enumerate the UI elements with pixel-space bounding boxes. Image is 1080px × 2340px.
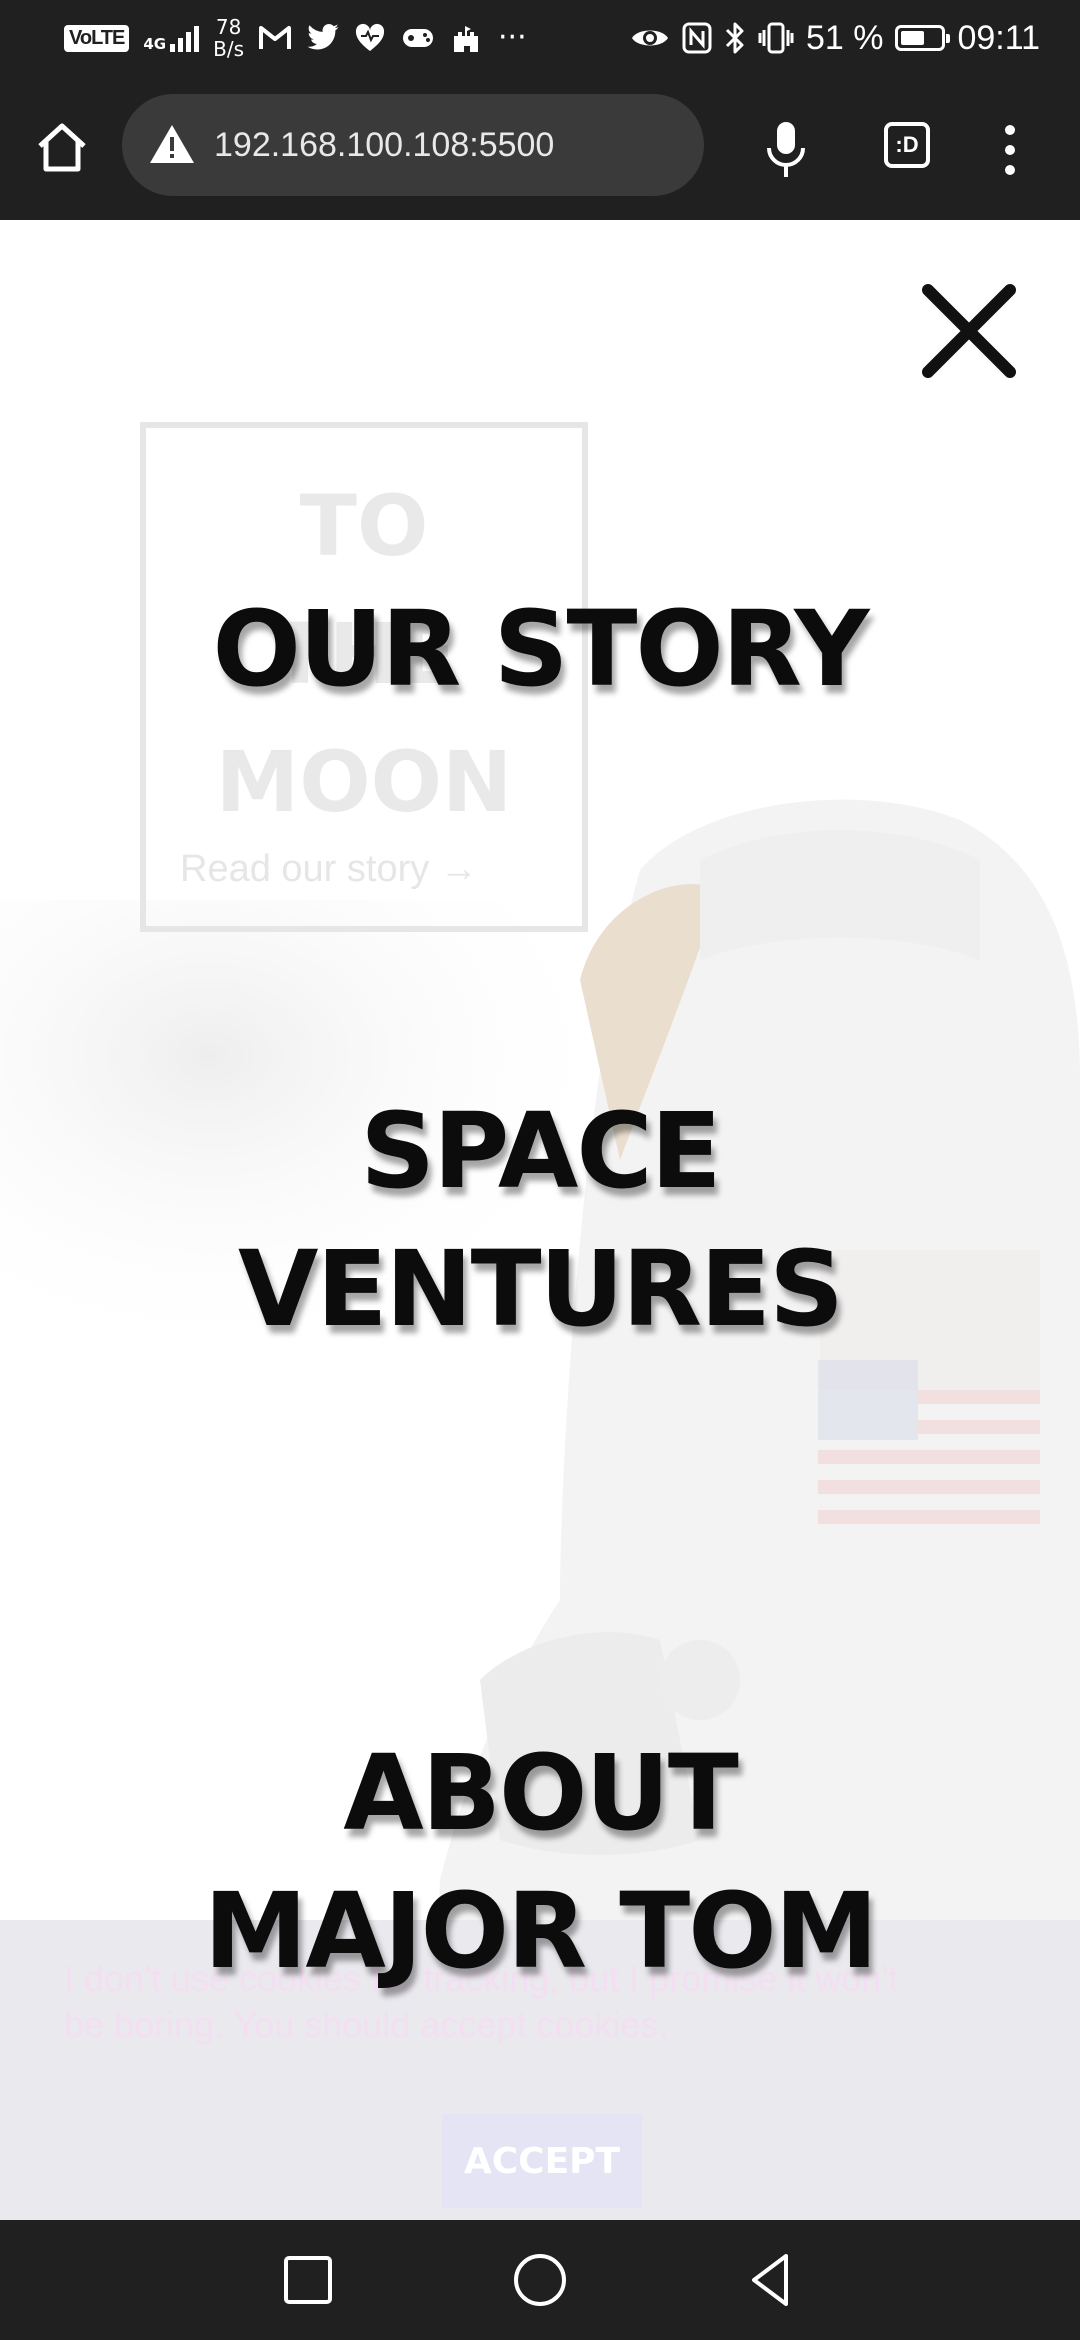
back-icon[interactable] [740,2248,804,2312]
system-navigation-bar [0,2220,1080,2340]
phone-screen: VoLTE 4G 78 B/s ··· 51 % 09:11 192.168.1… [0,0,1080,2340]
menu-item-space-ventures[interactable]: SPACE VENTURES [0,1082,1080,1358]
more-notifications-icon: ··· [498,20,527,55]
status-right: 51 % 09:11 [630,10,1040,66]
eye-icon [631,30,668,46]
menu-item-about-major-tom[interactable]: ABOUT MAJOR TOM [0,1724,1080,2000]
speed-value: 78 [215,15,242,39]
menu-item-our-story[interactable]: OUR STORY [0,580,1080,718]
vibrate-icon [758,22,794,54]
web-page: TO THE MOON Read our story → I don't use… [0,220,1080,2220]
home-icon[interactable] [30,116,94,180]
network-speed: 78 B/s [213,16,244,60]
bluetooth-icon [725,22,744,54]
clock: 09:11 [957,18,1040,57]
speed-unit: B/s [213,37,245,61]
gmail-icon [259,26,292,49]
game-icon [403,29,434,47]
nfc-icon [682,22,712,54]
menu-icon[interactable] [996,120,1024,180]
mic-icon[interactable] [760,120,812,180]
close-icon[interactable] [918,280,1020,382]
nav-menu-overlay: OUR STORY SPACE VENTURES ABOUT MAJOR TOM [0,220,1080,2220]
volte-badge: VoLTE [64,24,130,52]
battery-icon [895,25,951,51]
signal-indicator: 4G [143,24,200,53]
home-circle-icon[interactable] [508,2248,572,2312]
browser-toolbar: 192.168.100.108:5500 :D [0,76,1080,220]
battery-percent: 51 % [805,18,884,57]
castle-icon [454,26,479,52]
health-icon [355,23,385,51]
status-left: VoLTE 4G 78 B/s ··· [64,10,527,66]
recent-apps-icon[interactable] [276,2248,340,2312]
url-bar[interactable]: 192.168.100.108:5500 [122,94,704,196]
url-text[interactable]: 192.168.100.108:5500 [214,94,554,196]
warning-icon[interactable] [148,122,196,166]
twitter-icon [307,24,339,50]
network-type: 4G [143,35,167,53]
status-bar: VoLTE 4G 78 B/s ··· 51 % 09:11 [0,0,1080,76]
tabs-icon[interactable]: :D [884,122,930,168]
signal-bars-icon [170,24,200,52]
